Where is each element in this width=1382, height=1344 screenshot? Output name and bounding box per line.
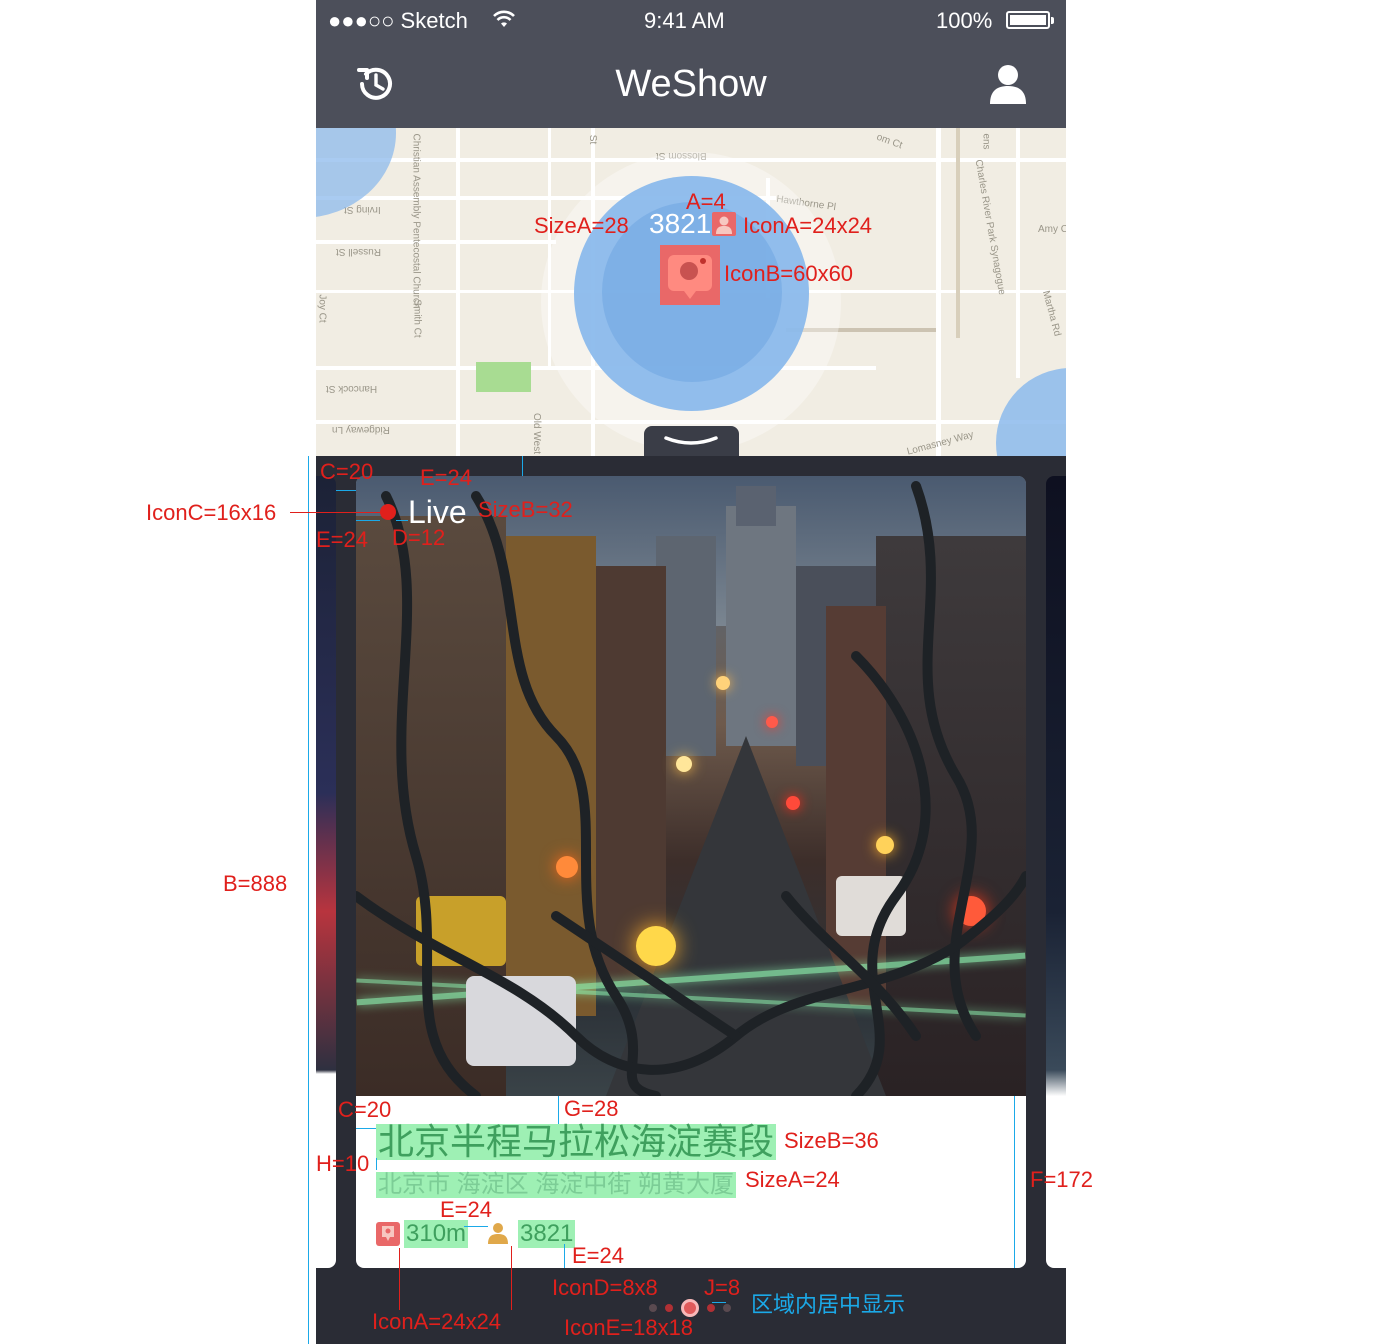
page-dot[interactable] bbox=[723, 1304, 731, 1312]
pin-icon[interactable] bbox=[660, 245, 720, 305]
card-carousel[interactable]: Live 北京半程马拉松海淀赛段 北京市 海淀区 海淀中街 朔黄大厦 310m … bbox=[316, 456, 1066, 1344]
annotation-icon-b: IconB=60x60 bbox=[724, 261, 854, 286]
annotation-icon-d: IconD=8x8 bbox=[552, 1275, 658, 1300]
chevron-down-icon bbox=[664, 436, 718, 445]
guide-line bbox=[558, 1096, 559, 1124]
street-label: Christian Assembly Pentecostal Church bbox=[410, 133, 422, 309]
carrier-label: ●●●○○ Sketch bbox=[328, 8, 468, 33]
guide-line bbox=[396, 520, 408, 521]
prev-card[interactable] bbox=[316, 476, 336, 1268]
page-dot[interactable] bbox=[665, 1304, 673, 1312]
user-icon[interactable] bbox=[988, 62, 1028, 106]
navigation-bar: WeShow bbox=[316, 40, 1066, 128]
street-label: ens bbox=[980, 133, 992, 150]
clock: 9:41 AM bbox=[644, 8, 725, 33]
guide-line bbox=[336, 490, 356, 491]
annotation-e: E=24 bbox=[440, 1197, 492, 1222]
annotation-e: E=24 bbox=[316, 527, 368, 552]
viewer-count: 3821 bbox=[518, 1220, 576, 1248]
annotation-size-a: SizeA=28 bbox=[534, 213, 629, 238]
annotation-size-b: SizeB=36 bbox=[784, 1128, 879, 1153]
guide-line bbox=[356, 1128, 376, 1129]
annotation-icon-a: IconA=24x24 bbox=[743, 213, 873, 238]
fence-overlay bbox=[356, 481, 1026, 1096]
street-label: Hancock St bbox=[326, 383, 378, 394]
guide-line bbox=[712, 1302, 726, 1303]
guide-line-b bbox=[308, 456, 309, 1344]
annotation-j: J=8 bbox=[704, 1275, 741, 1300]
annotation-e: E=24 bbox=[420, 465, 472, 490]
street-label: Amy Ct bbox=[1038, 224, 1066, 235]
event-card[interactable]: Live 北京半程马拉松海淀赛段 北京市 海淀区 海淀中街 朔黄大厦 310m … bbox=[356, 476, 1026, 1268]
battery-icon bbox=[1006, 11, 1054, 29]
status-bar: ●●●○○ Sketch 9:41 AM 100% bbox=[316, 0, 1066, 40]
annotation-a: A=4 bbox=[686, 189, 726, 214]
street-label: Ridgeway Ln bbox=[332, 424, 390, 435]
battery-percent: 100% bbox=[936, 8, 993, 33]
wifi-icon bbox=[493, 10, 515, 27]
collapse-handle[interactable] bbox=[644, 426, 739, 456]
street-label: Russell St bbox=[336, 246, 382, 257]
leader-line bbox=[399, 1248, 400, 1310]
guide-line bbox=[464, 1226, 488, 1227]
annotation-size-a: SizeA=24 bbox=[745, 1167, 840, 1192]
app-title: WeShow bbox=[615, 63, 767, 105]
annotation-center-note: 区域内居中显示 bbox=[751, 1292, 906, 1317]
leader-line bbox=[290, 512, 388, 513]
annotation-e: E=24 bbox=[572, 1243, 624, 1268]
leader-line bbox=[511, 1246, 512, 1310]
guide-line bbox=[522, 456, 523, 476]
annotation-size-b: SizeB=32 bbox=[478, 497, 573, 522]
pin-icon bbox=[376, 1222, 400, 1246]
page-dot[interactable] bbox=[707, 1304, 715, 1312]
annotation-c: C=20 bbox=[320, 459, 374, 484]
guide-line bbox=[376, 1158, 377, 1170]
cluster-circle[interactable] bbox=[996, 368, 1066, 456]
annotation-g: G=28 bbox=[564, 1096, 619, 1121]
street-label: Charles River Park Synagogue bbox=[972, 158, 1008, 296]
next-card[interactable] bbox=[1046, 476, 1066, 1268]
annotation-icon-e: IconE=18x18 bbox=[564, 1315, 694, 1340]
page-dot[interactable] bbox=[649, 1304, 657, 1312]
person-icon bbox=[712, 212, 736, 236]
annotation-h: H=10 bbox=[316, 1151, 370, 1176]
street-label: St bbox=[587, 134, 599, 145]
event-address: 北京市 海淀区 海淀中街 朔黄大厦 bbox=[376, 1171, 737, 1198]
annotation-c: C=20 bbox=[338, 1097, 392, 1122]
annotation-d: D=12 bbox=[392, 525, 446, 550]
event-title: 北京半程马拉松海淀赛段 bbox=[376, 1121, 777, 1162]
annotation-icon-a: IconA=24x24 bbox=[372, 1309, 502, 1334]
annotation-f: F=172 bbox=[1030, 1167, 1093, 1192]
street-label: Martha Rd bbox=[1039, 289, 1063, 338]
event-photo bbox=[356, 476, 1026, 1096]
distance-label: 310m bbox=[404, 1220, 469, 1248]
map-view[interactable]: Blossom St Irving St Russell St Smith Ct… bbox=[316, 128, 1066, 456]
guide-line-f bbox=[1014, 1096, 1015, 1268]
street-label: Joy Ct bbox=[316, 294, 328, 323]
guide-line bbox=[356, 520, 380, 521]
person-icon bbox=[488, 1223, 508, 1244]
annotation-b: B=888 bbox=[223, 871, 288, 896]
street-label: Old West bbox=[530, 413, 542, 454]
street-label: om Ct bbox=[874, 131, 904, 152]
guide-line bbox=[564, 1244, 565, 1268]
annotation-icon-c: IconC=16x16 bbox=[146, 500, 277, 525]
